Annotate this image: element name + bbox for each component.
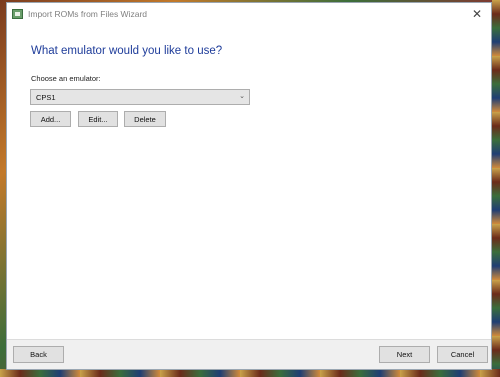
next-button[interactable]: Next [379,346,430,363]
cancel-button[interactable]: Cancel [437,346,488,363]
wizard-footer: Back Next Cancel [7,339,491,369]
close-button[interactable]: ✕ [471,7,483,21]
close-icon: ✕ [471,7,483,21]
back-button[interactable]: Back [13,346,64,363]
emulator-select-value: CPS1 [36,92,56,102]
delete-button[interactable]: Delete [124,111,166,127]
page-heading: What emulator would you like to use? [31,45,223,57]
title-bar[interactable]: Import ROMs from Files Wizard ✕ [7,3,491,25]
desktop-wallpaper-bottom [0,369,500,377]
chevron-down-icon: ⌄ [239,92,245,100]
add-button[interactable]: Add... [30,111,71,127]
edit-button[interactable]: Edit... [78,111,118,127]
desktop-wallpaper-right [492,0,500,377]
wizard-window: Import ROMs from Files Wizard ✕ What emu… [6,2,492,370]
emulator-select[interactable]: CPS1 ⌄ [30,89,250,105]
app-icon [12,9,23,19]
window-title: Import ROMs from Files Wizard [28,9,148,19]
choose-emulator-label: Choose an emulator: [31,74,101,83]
